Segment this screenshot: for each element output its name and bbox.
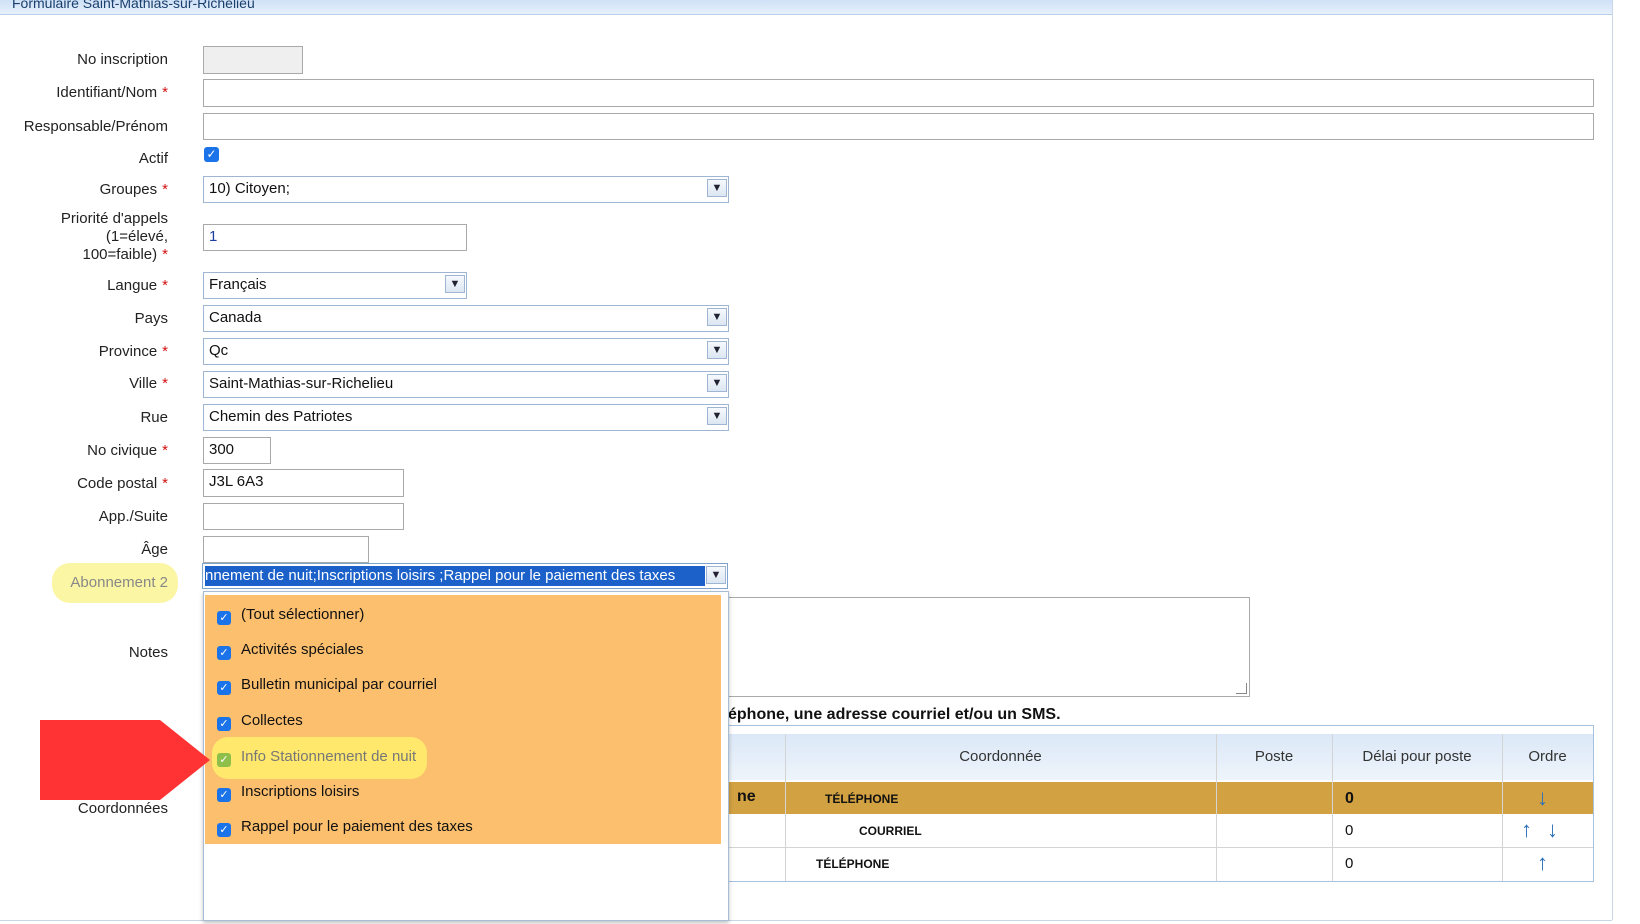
ville-label: Ville * — [129, 375, 168, 392]
ville-combo[interactable]: Saint-Mathias-sur-Richelieu ▼ — [203, 371, 729, 398]
langue-combo[interactable]: Français ▼ — [203, 272, 467, 299]
check-icon[interactable]: ✓ — [217, 717, 231, 731]
arrow-down-icon[interactable]: ↓ — [1537, 787, 1548, 809]
abonnement-options: ✓ (Tout sélectionner) ✓ Activités spéciale… — [205, 595, 721, 844]
pays-combo[interactable]: Canada ▼ — [203, 305, 729, 332]
column-divider — [785, 734, 786, 881]
responsable-field[interactable] — [203, 113, 1594, 140]
coordonnees-table: Coordonnée Poste Délai pour poste Ordre … — [728, 725, 1594, 882]
table-header-coordonnee[interactable]: Coordonnée — [785, 734, 1217, 780]
option-collectes[interactable]: ✓ Collectes — [217, 706, 303, 736]
code-postal-label: Code postal * — [77, 475, 168, 492]
abonnement-dropdown: ✓ (Tout sélectionner) ✓ Activités spéciale… — [203, 591, 729, 921]
chevron-down-icon[interactable]: ▼ — [445, 275, 465, 293]
chevron-down-icon[interactable]: ▼ — [707, 374, 727, 392]
app-suite-field[interactable] — [203, 503, 404, 530]
province-label: Province * — [98, 343, 168, 360]
coordonnees-label: Coordonnées — [77, 800, 168, 817]
arrow-up-icon[interactable]: ↑ — [1537, 852, 1548, 874]
chevron-down-icon[interactable]: ▼ — [707, 407, 727, 425]
chevron-down-icon[interactable]: ▼ — [707, 179, 727, 197]
table-header-poste[interactable]: Poste — [1216, 734, 1333, 780]
identifiant-field[interactable] — [203, 79, 1594, 107]
identifiant-label: Identifiant/Nom * — [56, 84, 168, 101]
check-icon[interactable]: ✓ — [217, 611, 231, 625]
notes-label: Notes — [128, 644, 168, 661]
chevron-down-icon[interactable]: ▼ — [706, 566, 726, 584]
actif-checkbox[interactable]: ✓ — [204, 147, 219, 162]
age-label: Âge — [141, 541, 168, 558]
no-civique-label: No civique * — [87, 442, 168, 459]
row1-type: ne — [737, 788, 756, 805]
column-divider — [1502, 734, 1503, 881]
langue-label: Langue * — [107, 277, 168, 294]
abonnement-selected-text: nnement de nuit;Inscriptions loisirs ;Ra… — [205, 566, 705, 586]
annotation-arrow-icon — [40, 720, 210, 800]
check-icon[interactable]: ✓ — [217, 681, 231, 695]
row2-coordonnee: COURRIEL — [859, 824, 922, 838]
frame-border-right — [1612, 0, 1613, 920]
no-civique-field[interactable]: 300 — [203, 437, 271, 464]
row-divider — [729, 847, 1593, 848]
province-combo[interactable]: Qc ▼ — [203, 338, 729, 365]
no-inscription-field[interactable] — [203, 46, 303, 74]
option-info-stationnement[interactable]: ✓ Info Stationnement de nuit — [217, 742, 416, 772]
table-header-delai[interactable]: Délai pour poste — [1332, 734, 1503, 780]
column-divider — [1216, 734, 1217, 881]
groupes-combo[interactable]: 10) Citoyen; ▼ — [203, 176, 729, 203]
window-title-bar: Formulaire Saint-Mathias-sur-Richelieu — [0, 0, 1612, 15]
window-title: Formulaire Saint-Mathias-sur-Richelieu — [12, 0, 255, 11]
row2-delai: 0 — [1345, 822, 1354, 839]
resize-handle[interactable] — [1236, 683, 1247, 694]
abonnement-label: Abonnement 2 — [70, 574, 168, 591]
row1-coordonnee: TÉLÉPHONE — [825, 792, 899, 806]
app-suite-label: App./Suite — [98, 508, 168, 525]
age-field[interactable] — [203, 536, 369, 563]
no-inscription-label: No inscription — [77, 51, 168, 68]
actif-label: Actif — [138, 150, 168, 167]
option-activites-speciales[interactable]: ✓ Activités spéciales — [217, 635, 364, 665]
row1-delai: 0 — [1345, 790, 1354, 807]
arrow-down-icon[interactable]: ↓ — [1547, 819, 1558, 841]
option-select-all[interactable]: ✓ (Tout sélectionner) — [217, 600, 364, 630]
priorite-field[interactable]: 1 — [203, 224, 467, 251]
chevron-down-icon[interactable]: ▼ — [707, 308, 727, 326]
row3-coordonnee: TÉLÉPHONE — [816, 857, 890, 871]
priorite-label: Priorité d'appels (1=élevé, 100=faible) * — [60, 210, 168, 263]
table-header-ordre[interactable]: Ordre — [1502, 734, 1593, 780]
pays-label: Pays — [134, 310, 168, 327]
option-inscriptions-loisirs[interactable]: ✓ Inscriptions loisirs — [217, 777, 359, 807]
column-divider — [1332, 734, 1333, 881]
check-icon[interactable]: ✓ — [217, 823, 231, 837]
row3-delai: 0 — [1345, 855, 1354, 872]
groupes-label: Groupes * — [99, 181, 168, 198]
rue-combo[interactable]: Chemin des Patriotes ▼ — [203, 404, 729, 431]
rue-label: Rue — [140, 409, 168, 426]
chevron-down-icon[interactable]: ▼ — [707, 341, 727, 359]
code-postal-field[interactable]: J3L 6A3 — [203, 469, 404, 497]
table-header-type[interactable] — [729, 734, 786, 780]
coords-note: éphone, une adresse courriel et/ou un SM… — [728, 706, 1061, 723]
responsable-label: Responsable/Prénom — [23, 118, 168, 135]
arrow-up-icon[interactable]: ↑ — [1521, 819, 1532, 841]
check-icon[interactable]: ✓ — [217, 753, 231, 767]
check-icon[interactable]: ✓ — [217, 646, 231, 660]
notes-textarea[interactable] — [728, 597, 1250, 697]
abonnement-combo[interactable]: nnement de nuit;Inscriptions loisirs ;Ra… — [202, 563, 728, 589]
option-rappel-taxes[interactable]: ✓ Rappel pour le paiement des taxes — [217, 812, 473, 842]
check-icon[interactable]: ✓ — [217, 788, 231, 802]
option-bulletin-municipal[interactable]: ✓ Bulletin municipal par courriel — [217, 670, 437, 700]
